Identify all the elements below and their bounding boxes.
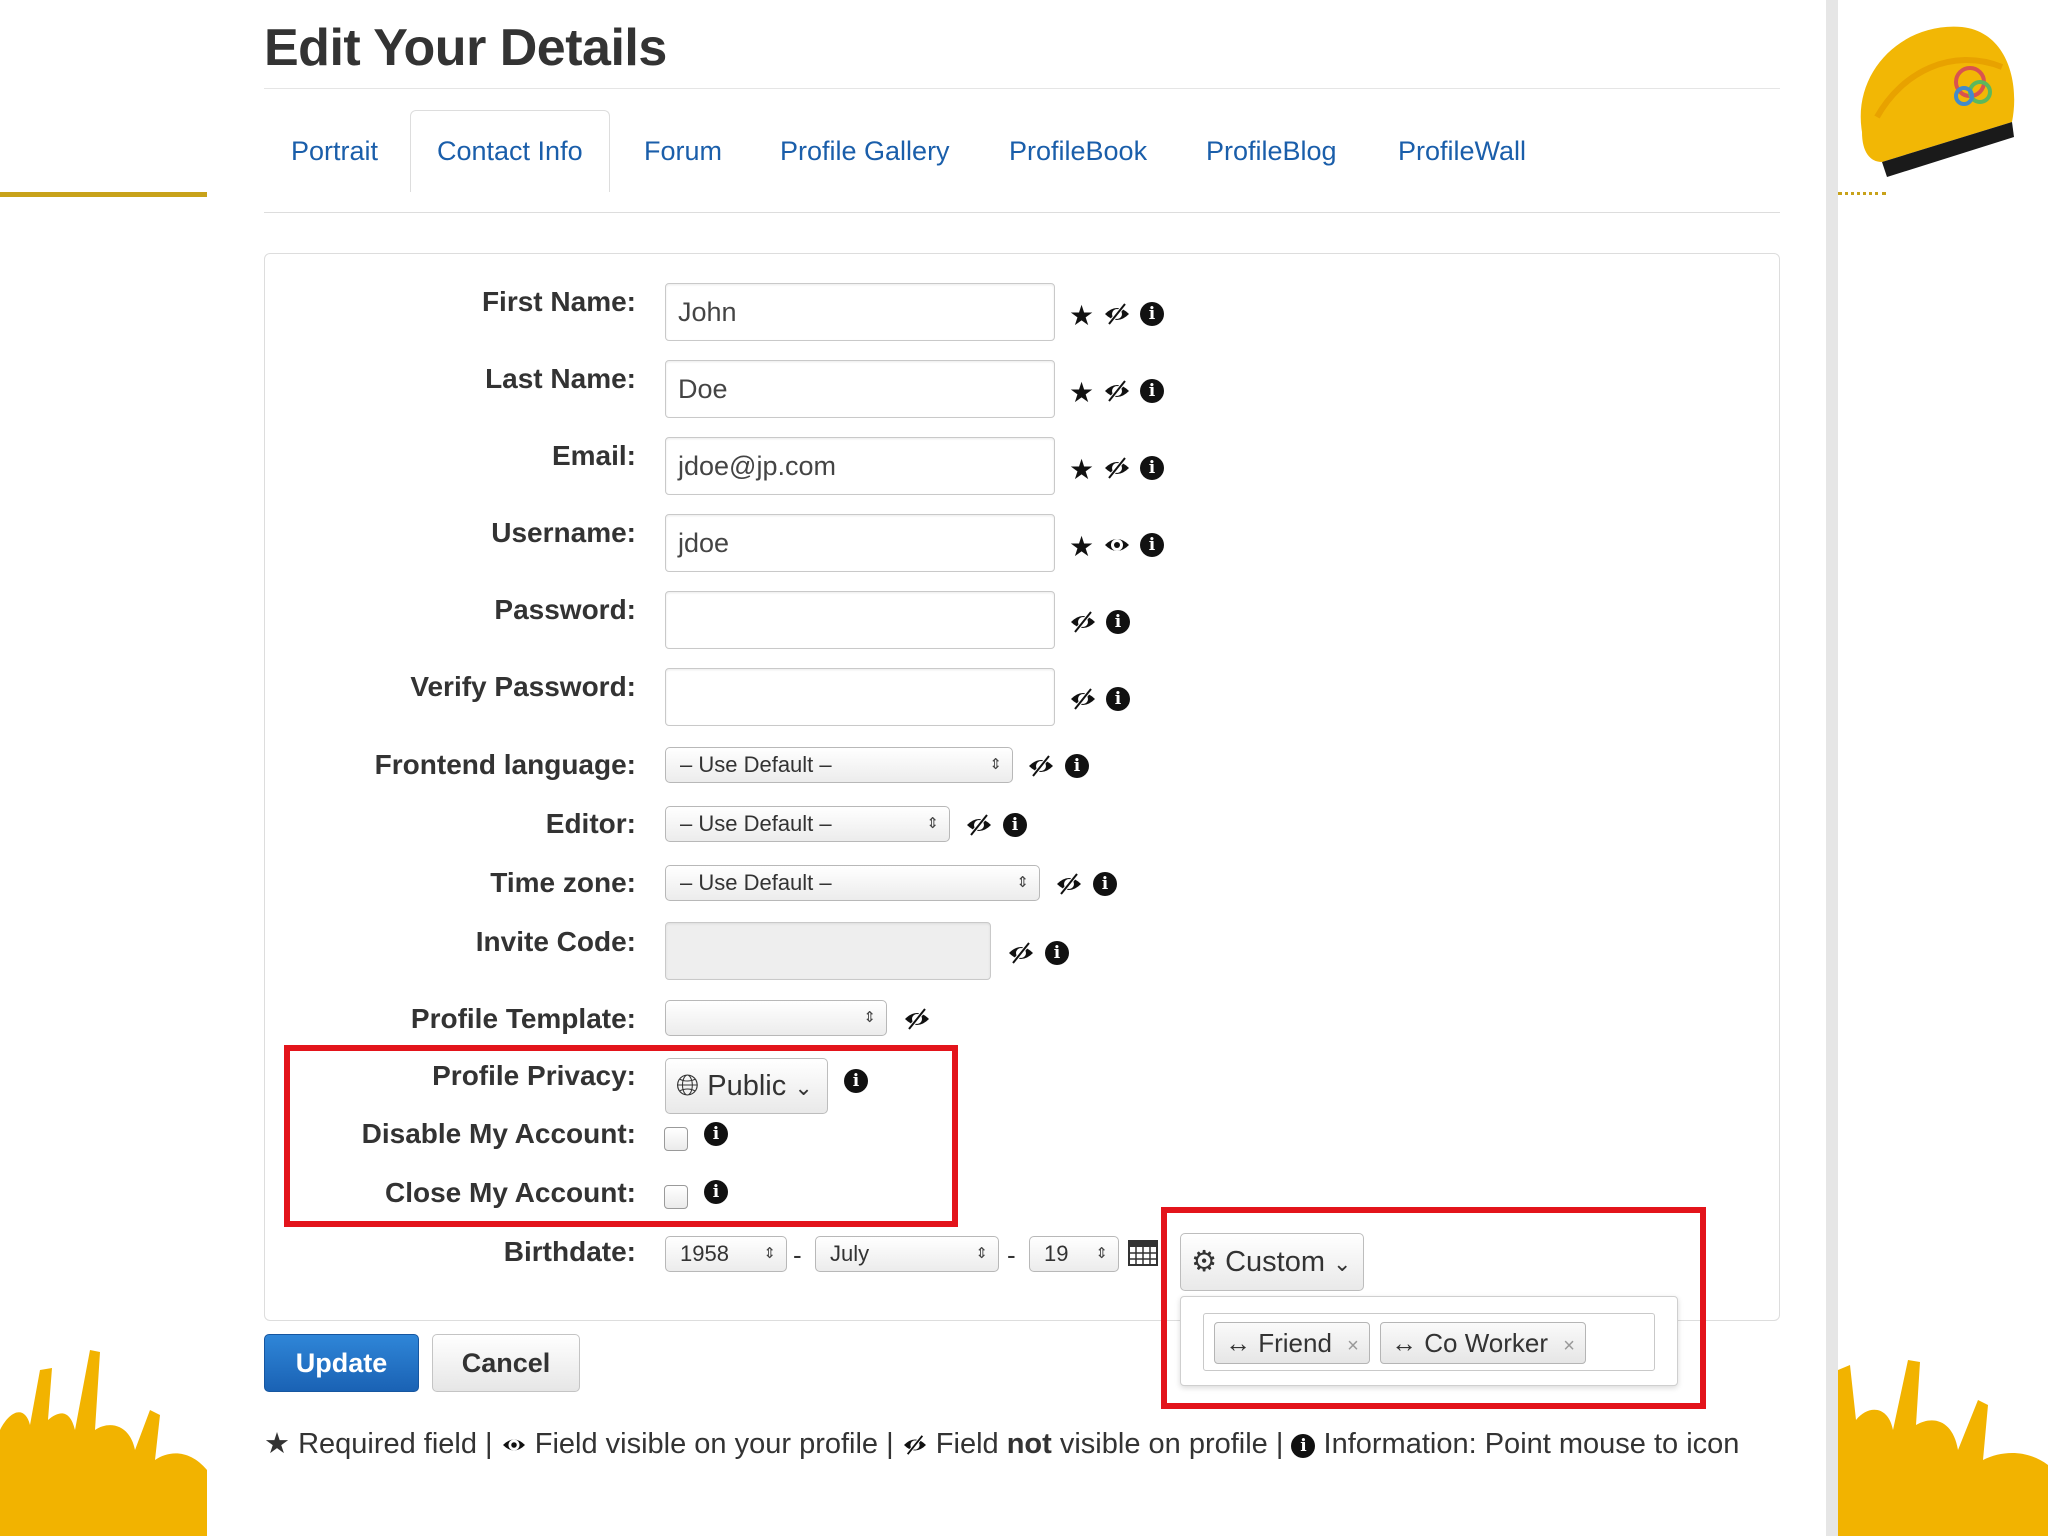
required-star-icon: ★ xyxy=(1069,377,1095,408)
verify-password-input[interactable] xyxy=(665,668,1055,726)
eye-slash-icon[interactable] xyxy=(1103,456,1131,480)
select-arrows-icon: ⇕ xyxy=(926,815,939,832)
birth-month-value: July xyxy=(830,1241,870,1266)
hard-hat-logo xyxy=(1860,26,2015,177)
update-button[interactable]: Update xyxy=(264,1334,419,1392)
eye-slash-icon xyxy=(903,1434,926,1456)
last-name-input[interactable]: Doe xyxy=(665,360,1055,418)
select-arrows-icon: ⇕ xyxy=(1016,874,1029,891)
tab-portrait[interactable]: Portrait xyxy=(264,110,405,191)
eye-slash-icon[interactable] xyxy=(1103,302,1131,326)
last-name-label: Last Name: xyxy=(485,363,636,394)
info-icon[interactable]: i xyxy=(1106,610,1130,634)
time-zone-value: – Use Default – xyxy=(680,870,832,895)
legend-required-text: Required field | xyxy=(298,1428,493,1460)
page-title: Edit Your Details xyxy=(264,19,667,77)
select-arrows-icon: ⇕ xyxy=(863,1009,876,1026)
legend-info-text: Information: Point mouse to icon xyxy=(1323,1428,1740,1460)
title-divider xyxy=(264,88,1780,89)
frontend-language-value: – Use Default – xyxy=(680,752,832,777)
birth-year-value: 1958 xyxy=(680,1241,729,1266)
username-label: Username: xyxy=(491,517,636,548)
editor-label: Editor: xyxy=(545,808,636,839)
editor-value: – Use Default – xyxy=(680,811,832,836)
date-separator: - xyxy=(1007,1240,1016,1270)
eye-slash-icon[interactable] xyxy=(1103,379,1131,403)
required-star-icon: ★ xyxy=(1069,531,1095,562)
cancel-button[interactable]: Cancel xyxy=(432,1334,580,1392)
legend-visible-text: Field visible on your profile | xyxy=(534,1428,894,1460)
eye-icon xyxy=(502,1439,525,1451)
info-icon[interactable]: i xyxy=(1140,379,1164,403)
select-arrows-icon: ⇕ xyxy=(763,1245,776,1262)
tab-profileblog[interactable]: ProfileBlog xyxy=(1179,110,1364,191)
legend-not-visible-prefix: Field xyxy=(935,1428,999,1460)
invite-code-input[interactable] xyxy=(665,922,991,980)
visibility-highlight xyxy=(1161,1207,1706,1409)
time-zone-select[interactable]: – Use Default – ⇕ xyxy=(665,865,1040,901)
info-icon[interactable]: i xyxy=(1140,533,1164,557)
select-arrows-icon: ⇕ xyxy=(1095,1245,1108,1262)
password-label: Password: xyxy=(494,594,636,625)
calendar-icon[interactable] xyxy=(1128,1240,1158,1266)
info-icon: i xyxy=(1291,1434,1316,1458)
info-icon[interactable]: i xyxy=(1065,754,1089,778)
select-arrows-icon: ⇕ xyxy=(989,756,1002,773)
info-icon[interactable]: i xyxy=(1106,687,1130,711)
info-icon[interactable]: i xyxy=(1140,302,1164,326)
username-input[interactable]: jdoe xyxy=(665,514,1055,572)
eye-slash-icon[interactable] xyxy=(1007,941,1035,965)
tab-profile-gallery[interactable]: Profile Gallery xyxy=(753,110,977,191)
email-label: Email: xyxy=(551,440,636,471)
tab-contact-info[interactable]: Contact Info xyxy=(410,110,610,192)
frontend-language-label: Frontend language: xyxy=(374,749,636,780)
legend-not-visible-bold: not xyxy=(1006,1428,1052,1460)
eye-slash-icon[interactable] xyxy=(903,1007,931,1031)
info-icon[interactable]: i xyxy=(1140,456,1164,480)
star-icon: ★ xyxy=(264,1428,290,1460)
info-icon[interactable]: i xyxy=(1003,813,1027,837)
time-zone-label: Time zone: xyxy=(490,867,636,898)
invite-code-label: Invite Code: xyxy=(475,926,636,957)
profile-template-label: Profile Template: xyxy=(410,1003,636,1034)
right-dotted-rule xyxy=(1838,192,1886,195)
profile-tabs: Portrait Contact Info Forum Profile Gall… xyxy=(264,110,1780,213)
email-input[interactable]: jdoe@jp.com xyxy=(665,437,1055,495)
birth-day-value: 19 xyxy=(1044,1241,1069,1266)
info-icon[interactable]: i xyxy=(1093,872,1117,896)
required-star-icon: ★ xyxy=(1069,300,1095,331)
date-separator: - xyxy=(793,1240,802,1270)
eye-slash-icon[interactable] xyxy=(1055,872,1083,896)
crowd-silhouette-left xyxy=(0,1350,207,1536)
eye-slash-icon[interactable] xyxy=(1027,754,1055,778)
password-input[interactable] xyxy=(665,591,1055,649)
legend-not-visible-suffix: visible on profile | xyxy=(1059,1428,1284,1460)
birth-year-select[interactable]: 1958 ⇕ xyxy=(665,1236,787,1272)
eye-slash-icon[interactable] xyxy=(1069,610,1097,634)
birthdate-label: Birthdate: xyxy=(503,1236,636,1267)
icon-legend: ★ Required field | Field visible on your… xyxy=(264,1426,1739,1461)
left-accent-rule xyxy=(0,192,207,197)
first-name-input[interactable]: John xyxy=(665,283,1055,341)
editor-select[interactable]: – Use Default – ⇕ xyxy=(665,806,950,842)
profile-template-select[interactable]: ⇕ xyxy=(665,1000,887,1036)
first-name-label: First Name: xyxy=(481,286,636,317)
account-settings-highlight xyxy=(284,1045,958,1227)
crowd-silhouette-right xyxy=(1838,1360,2048,1536)
tab-profilebook[interactable]: ProfileBook xyxy=(982,110,1174,191)
birth-day-select[interactable]: 19 ⇕ xyxy=(1029,1236,1119,1272)
required-star-icon: ★ xyxy=(1069,454,1095,485)
eye-slash-icon[interactable] xyxy=(1069,687,1097,711)
eye-icon[interactable] xyxy=(1103,533,1131,557)
frontend-language-select[interactable]: – Use Default – ⇕ xyxy=(665,747,1013,783)
select-arrows-icon: ⇕ xyxy=(975,1245,988,1262)
info-icon[interactable]: i xyxy=(1045,941,1069,965)
tab-profilewall[interactable]: ProfileWall xyxy=(1371,110,1553,191)
eye-slash-icon[interactable] xyxy=(965,813,993,837)
verify-password-label: Verify Password: xyxy=(410,671,636,702)
right-divider-strip xyxy=(1826,0,1838,1536)
tab-forum[interactable]: Forum xyxy=(617,110,749,191)
birth-month-select[interactable]: July ⇕ xyxy=(815,1236,999,1272)
